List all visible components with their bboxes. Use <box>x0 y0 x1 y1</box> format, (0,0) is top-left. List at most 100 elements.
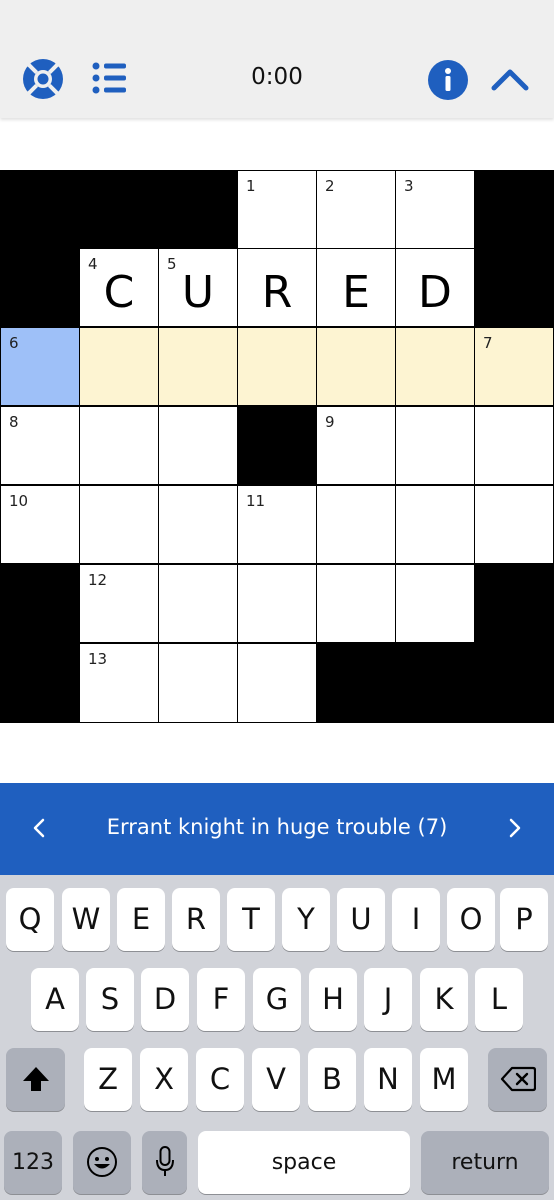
grid-cell[interactable]: 4 C <box>80 249 158 326</box>
key-label: M <box>431 1062 457 1096</box>
numbers-key[interactable]: 123 <box>4 1131 62 1194</box>
grid-cell[interactable]: D <box>396 249 474 326</box>
key-j[interactable]: J <box>364 968 412 1031</box>
key-u[interactable]: U <box>337 888 385 951</box>
microphone-key[interactable] <box>142 1131 187 1194</box>
grid-cell[interactable] <box>396 486 474 563</box>
key-g[interactable]: G <box>253 968 301 1031</box>
grid-cell-highlighted[interactable] <box>238 328 316 405</box>
grid-cell[interactable] <box>317 565 395 642</box>
cell-letter: E <box>342 267 370 318</box>
key-label: 123 <box>12 1150 54 1175</box>
grid-cell[interactable] <box>80 486 158 563</box>
key-i[interactable]: I <box>392 888 440 951</box>
clue-number: 10 <box>9 492 29 510</box>
clue-number: 2 <box>325 177 335 195</box>
microphone-icon <box>155 1146 174 1176</box>
grid-cell[interactable]: 1 <box>238 171 316 248</box>
key-q[interactable]: Q <box>6 888 54 951</box>
grid-cell[interactable] <box>238 644 316 722</box>
clue-number: 7 <box>483 334 493 352</box>
grid-cell-highlighted[interactable] <box>80 328 158 405</box>
info-icon[interactable] <box>427 59 469 101</box>
grid-cell[interactable]: 10 <box>1 486 79 563</box>
grid-cell[interactable] <box>159 407 237 484</box>
key-s[interactable]: S <box>86 968 134 1031</box>
key-z[interactable]: Z <box>84 1048 132 1111</box>
key-n[interactable]: N <box>364 1048 412 1111</box>
backspace-key[interactable] <box>488 1048 547 1111</box>
key-label: N <box>377 1062 399 1096</box>
grid-cell[interactable]: 5 U <box>159 249 237 326</box>
key-h[interactable]: H <box>309 968 357 1031</box>
key-label: W <box>71 902 101 936</box>
key-label: H <box>322 982 344 1016</box>
key-x[interactable]: X <box>140 1048 188 1111</box>
grid-cell[interactable] <box>475 407 553 484</box>
key-k[interactable]: K <box>420 968 468 1031</box>
grid-cell[interactable]: 2 <box>317 171 395 248</box>
grid-cell[interactable] <box>475 486 553 563</box>
grid-cell-highlighted[interactable]: 7 <box>475 328 553 405</box>
key-e[interactable]: E <box>117 888 165 951</box>
clue-bar: Errant knight in huge trouble (7) <box>0 783 554 875</box>
grid-cell[interactable] <box>396 565 474 642</box>
key-label: G <box>265 982 289 1016</box>
key-label: V <box>266 1062 286 1096</box>
key-p[interactable]: P <box>500 888 548 951</box>
key-v[interactable]: V <box>252 1048 300 1111</box>
key-label: space <box>271 1150 337 1175</box>
grid-cell[interactable] <box>80 407 158 484</box>
grid-cell[interactable]: 3 <box>396 171 474 248</box>
key-label: C <box>209 1062 231 1096</box>
grid-cell[interactable]: 8 <box>1 407 79 484</box>
key-b[interactable]: B <box>308 1048 356 1111</box>
grid-cell[interactable]: E <box>317 249 395 326</box>
emoji-key[interactable] <box>73 1131 131 1194</box>
grid-cell-highlighted[interactable] <box>159 328 237 405</box>
grid-cell[interactable] <box>159 644 237 722</box>
grid-cell[interactable]: 12 <box>80 565 158 642</box>
toolbar: 0:00 <box>0 0 554 118</box>
chevron-right-icon[interactable] <box>500 813 530 843</box>
grid-cell[interactable]: 9 <box>317 407 395 484</box>
crossword-grid: 1 2 3 4 C 5 U R E D 6 7 8 9 10 11 12 13 <box>0 170 554 723</box>
key-label: Y <box>297 902 315 936</box>
return-key[interactable]: return <box>421 1131 549 1194</box>
grid-cell[interactable]: 11 <box>238 486 316 563</box>
grid-cell[interactable] <box>159 565 237 642</box>
key-c[interactable]: C <box>196 1048 244 1111</box>
key-o[interactable]: O <box>447 888 495 951</box>
cell-letter: U <box>181 267 215 318</box>
key-label: I <box>411 902 421 936</box>
key-label: F <box>212 982 230 1016</box>
clue-number: 8 <box>9 413 19 431</box>
shift-key[interactable] <box>6 1048 65 1111</box>
grid-cell[interactable] <box>238 565 316 642</box>
grid-cell-highlighted[interactable] <box>396 328 474 405</box>
grid-cell[interactable]: R <box>238 249 316 326</box>
keyboard: Q W E R T Y U I O P A S D F G H J K L Z … <box>0 875 554 1200</box>
key-t[interactable]: T <box>227 888 275 951</box>
key-a[interactable]: A <box>31 968 79 1031</box>
grid-cell[interactable] <box>396 407 474 484</box>
key-d[interactable]: D <box>141 968 189 1031</box>
key-f[interactable]: F <box>197 968 245 1031</box>
key-label: E <box>131 902 151 936</box>
space-key[interactable]: space <box>198 1131 410 1194</box>
key-label: L <box>490 982 508 1016</box>
key-m[interactable]: M <box>420 1048 468 1111</box>
grid-cell[interactable]: 13 <box>80 644 158 722</box>
chevron-up-icon[interactable] <box>491 66 529 92</box>
key-y[interactable]: Y <box>282 888 330 951</box>
grid-cell-highlighted[interactable] <box>317 328 395 405</box>
grid-cell-selected[interactable]: 6 <box>1 328 79 405</box>
key-w[interactable]: W <box>62 888 110 951</box>
grid-cell[interactable] <box>159 486 237 563</box>
key-r[interactable]: R <box>172 888 220 951</box>
clue-text[interactable]: Errant knight in huge trouble (7) <box>60 815 494 839</box>
grid-cell[interactable] <box>317 486 395 563</box>
clue-number: 9 <box>325 413 335 431</box>
chevron-left-icon[interactable] <box>24 813 54 843</box>
key-l[interactable]: L <box>475 968 523 1031</box>
